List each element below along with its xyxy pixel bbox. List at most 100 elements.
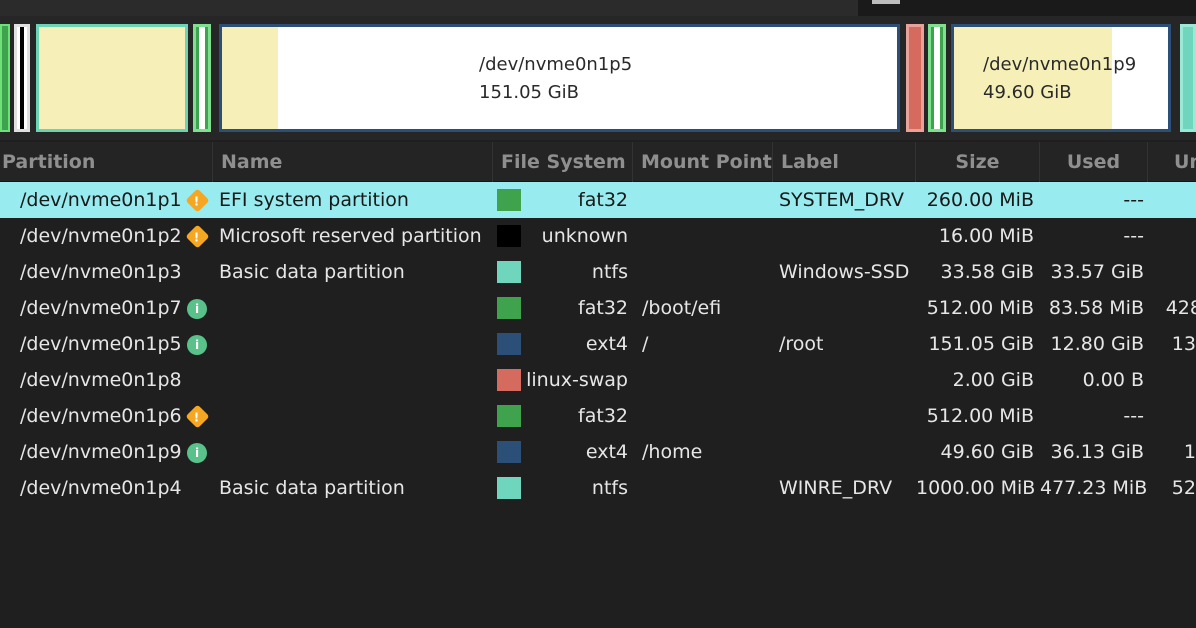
map-segment-p9-size: 49.60 GiB	[983, 82, 1072, 103]
label-cell	[779, 398, 916, 434]
mountpoint-cell	[642, 398, 770, 434]
column-header-label[interactable]: Label	[773, 142, 916, 182]
partition-name-cell: Basic data partition	[219, 477, 405, 499]
warning-icon[interactable]: !	[185, 224, 210, 249]
used-cell: 12.80 GiB	[1050, 333, 1144, 355]
table-row[interactable]: /dev/nvme0n1p1! EFI system partition fat32…	[0, 182, 1196, 218]
mountpoint-cell: /home	[642, 441, 703, 463]
unused-cell: 428.	[1165, 297, 1196, 319]
used-cell: 477.23 MiB	[1040, 477, 1148, 499]
info-icon[interactable]: i	[187, 443, 207, 463]
label-cell: Windows-SSD	[779, 261, 910, 283]
partition-name-cell: Microsoft reserved partition	[219, 225, 482, 247]
map-segment-p2[interactable]	[14, 24, 30, 132]
label-cell: SYSTEM_DRV	[779, 189, 905, 211]
filesystem-cell: ext4	[585, 441, 628, 463]
used-cell: 0.00 B	[1082, 369, 1144, 391]
used-cell: 33.57 GiB	[1050, 261, 1144, 283]
table-row[interactable]: /dev/nvme0n1p3 Basic data partition ntfs Wi…	[0, 254, 1196, 290]
map-segment-p3[interactable]	[36, 24, 188, 132]
filesystem-color-swatch	[497, 369, 521, 391]
toolbar-area	[0, 0, 860, 16]
table-row[interactable]: /dev/nvme0n1p7 i fat32/boot/efi 512.00 MiB 8…	[0, 290, 1196, 326]
partition-name-cell	[219, 434, 491, 470]
map-segment-p5-device: /dev/nvme0n1p5	[479, 54, 633, 75]
filesystem-color-swatch	[497, 297, 521, 319]
size-cell: 49.60 GiB	[940, 441, 1034, 463]
size-cell: 512.00 MiB	[926, 405, 1034, 427]
unused-cell: 13	[1183, 441, 1196, 463]
label-cell	[779, 362, 916, 398]
unused-cell: 6	[1148, 254, 1196, 290]
partition-device-cell: /dev/nvme0n1p4	[20, 477, 182, 499]
filesystem-color-swatch	[497, 477, 521, 499]
partition-device-cell: /dev/nvme0n1p7	[20, 297, 182, 319]
label-cell	[779, 290, 916, 326]
table-row[interactable]: /dev/nvme0n1p5 i ext4 / /root 151.05 GiB 12.80…	[0, 326, 1196, 362]
table-row[interactable]: /dev/nvme0n1p9 i ext4/home 49.60 GiB 36.13 G…	[0, 434, 1196, 470]
table-row[interactable]: /dev/nvme0n1p6! fat32 512.00 MiB ---	[0, 398, 1196, 434]
partition-name-cell	[219, 362, 491, 398]
column-header-mountpoint[interactable]: Mount Point	[633, 142, 773, 182]
map-segment-p6[interactable]	[928, 24, 946, 132]
filesystem-cell: ntfs	[591, 477, 628, 499]
size-cell: 151.05 GiB	[928, 333, 1034, 355]
filesystem-color-swatch	[497, 333, 521, 355]
column-header-row: Partition Name File System Mount Point L…	[0, 142, 1196, 182]
partition-device-cell: /dev/nvme0n1p3	[20, 261, 182, 283]
filesystem-color-swatch	[497, 405, 521, 427]
table-row[interactable]: /dev/nvme0n1p4 Basic data partition ntfs WI…	[0, 470, 1196, 506]
map-segment-p5[interactable]: /dev/nvme0n1p5 151.05 GiB	[219, 24, 900, 132]
top-toolbar-strip	[0, 0, 1196, 16]
map-segment-p9[interactable]: /dev/nvme0n1p9 49.60 GiB	[951, 24, 1171, 132]
column-header-partition[interactable]: Partition	[0, 142, 213, 182]
filesystem-cell: unknown	[541, 225, 628, 247]
device-selector-area[interactable]	[858, 0, 1196, 16]
column-header-used[interactable]: Used	[1040, 142, 1148, 182]
unused-cell: 138	[1171, 333, 1196, 355]
label-cell	[779, 218, 916, 254]
used-cell: ---	[1123, 405, 1144, 427]
map-segment-p7[interactable]	[193, 24, 211, 132]
partition-name-cell	[219, 398, 491, 434]
unused-cell	[1148, 182, 1196, 218]
mountpoint-cell: /	[642, 333, 649, 355]
mountpoint-cell	[642, 218, 770, 254]
filesystem-color-swatch	[497, 261, 521, 283]
mountpoint-cell	[642, 182, 770, 218]
info-icon[interactable]: i	[187, 299, 207, 319]
device-selector-icon	[872, 0, 900, 4]
column-header-name[interactable]: Name	[213, 142, 493, 182]
partition-name-cell	[219, 290, 491, 326]
filesystem-color-swatch	[497, 441, 521, 463]
table-row[interactable]: /dev/nvme0n1p8 linux-swap 2.00 GiB 0.00 B2	[0, 362, 1196, 398]
map-segment-p5-size: 151.05 GiB	[479, 82, 580, 103]
map-segment-p8[interactable]	[906, 24, 924, 132]
table-row[interactable]: /dev/nvme0n1p2! Microsoft reserved partit…	[0, 218, 1196, 254]
filesystem-cell: ext4	[585, 333, 628, 355]
partition-map: /dev/nvme0n1p5 151.05 GiB /dev/nvme0n1p9…	[0, 16, 1196, 140]
unused-cell: 2	[1148, 362, 1196, 398]
size-cell: 16.00 MiB	[938, 225, 1034, 247]
label-cell: /root	[779, 333, 824, 355]
filesystem-color-swatch	[497, 189, 521, 211]
partition-name-cell: EFI system partition	[219, 189, 409, 211]
warning-icon[interactable]: !	[185, 404, 210, 429]
size-cell: 260.00 MiB	[926, 189, 1034, 211]
filesystem-cell: fat32	[578, 189, 628, 211]
map-segment-p4[interactable]	[1180, 24, 1196, 132]
column-header-size[interactable]: Size	[916, 142, 1040, 182]
info-icon[interactable]: i	[187, 335, 207, 355]
used-cell: 36.13 GiB	[1050, 441, 1144, 463]
partition-name-cell: Basic data partition	[219, 261, 405, 283]
size-cell: 512.00 MiB	[926, 297, 1034, 319]
partition-device-cell: /dev/nvme0n1p2	[20, 225, 182, 247]
size-cell: 2.00 GiB	[952, 369, 1034, 391]
unused-cell	[1148, 218, 1196, 254]
used-cell: ---	[1123, 225, 1144, 247]
column-header-unused[interactable]: Un	[1148, 142, 1196, 182]
column-header-filesystem[interactable]: File System	[493, 142, 633, 182]
map-segment-p1[interactable]	[0, 24, 10, 132]
warning-icon[interactable]: !	[185, 188, 210, 213]
unused-cell: 522	[1171, 477, 1196, 499]
